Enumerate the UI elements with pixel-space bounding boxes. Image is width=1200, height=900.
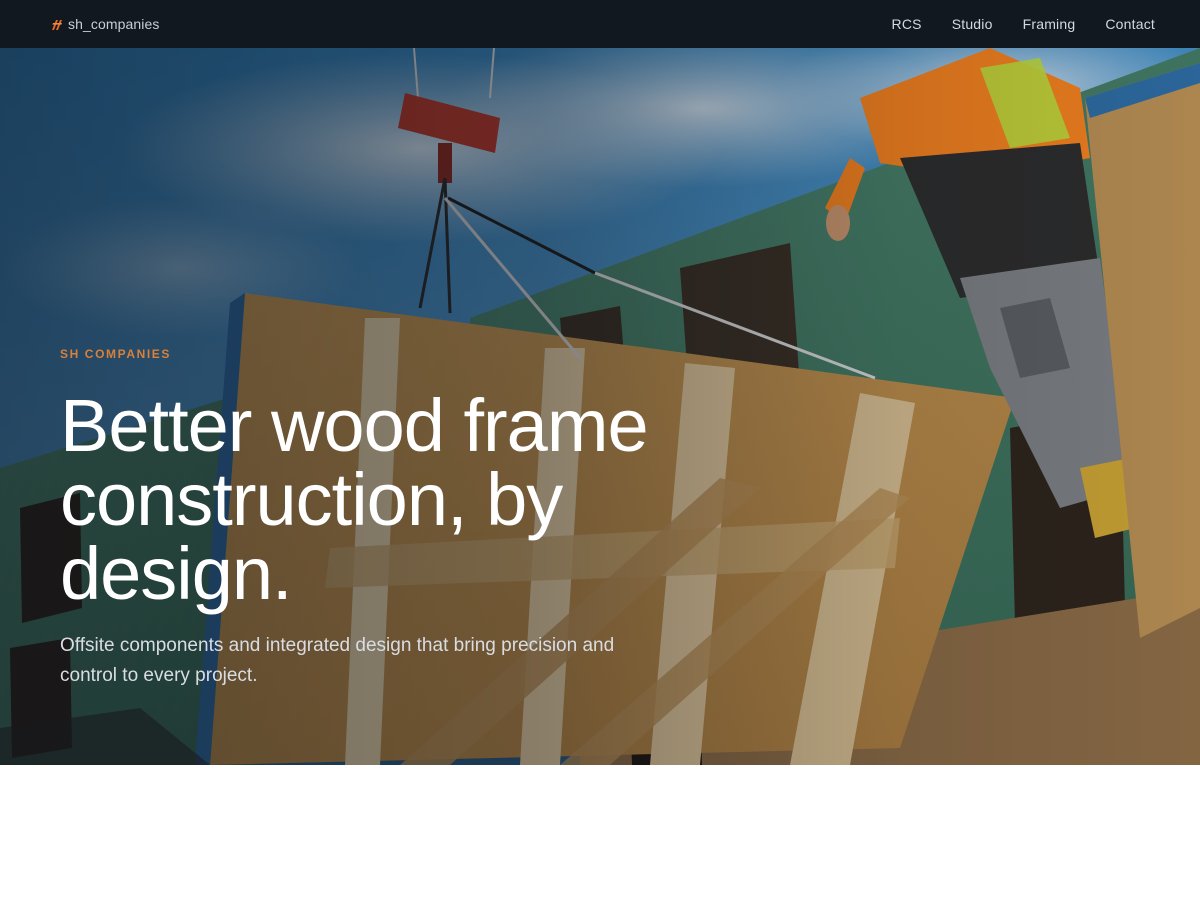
brand-name: sh_companies	[68, 16, 160, 32]
nav-link-framing[interactable]: Framing	[1023, 16, 1076, 32]
nav-link-rcs[interactable]: RCS	[892, 16, 922, 32]
nav-link-contact[interactable]: Contact	[1105, 16, 1155, 32]
brand-logo-link[interactable]: sh_companies	[50, 16, 159, 32]
hero-eyebrow: SH COMPANIES	[60, 347, 171, 361]
sh-logo-mark-icon	[52, 20, 62, 30]
top-nav: sh_companies RCS Studio Framing Contact	[0, 0, 1200, 48]
hero-section: SH COMPANIES Better wood frame construct…	[0, 48, 1200, 765]
hero-subhead: Offsite components and integrated design…	[60, 635, 615, 686]
hero-content: SH COMPANIES Better wood frame construct…	[60, 347, 740, 691]
below-hero-section	[0, 765, 1200, 900]
hero-headline: Better wood frame construction, by desig…	[60, 384, 649, 615]
primary-nav: RCS Studio Framing Contact	[892, 16, 1155, 32]
nav-link-studio[interactable]: Studio	[952, 16, 993, 32]
